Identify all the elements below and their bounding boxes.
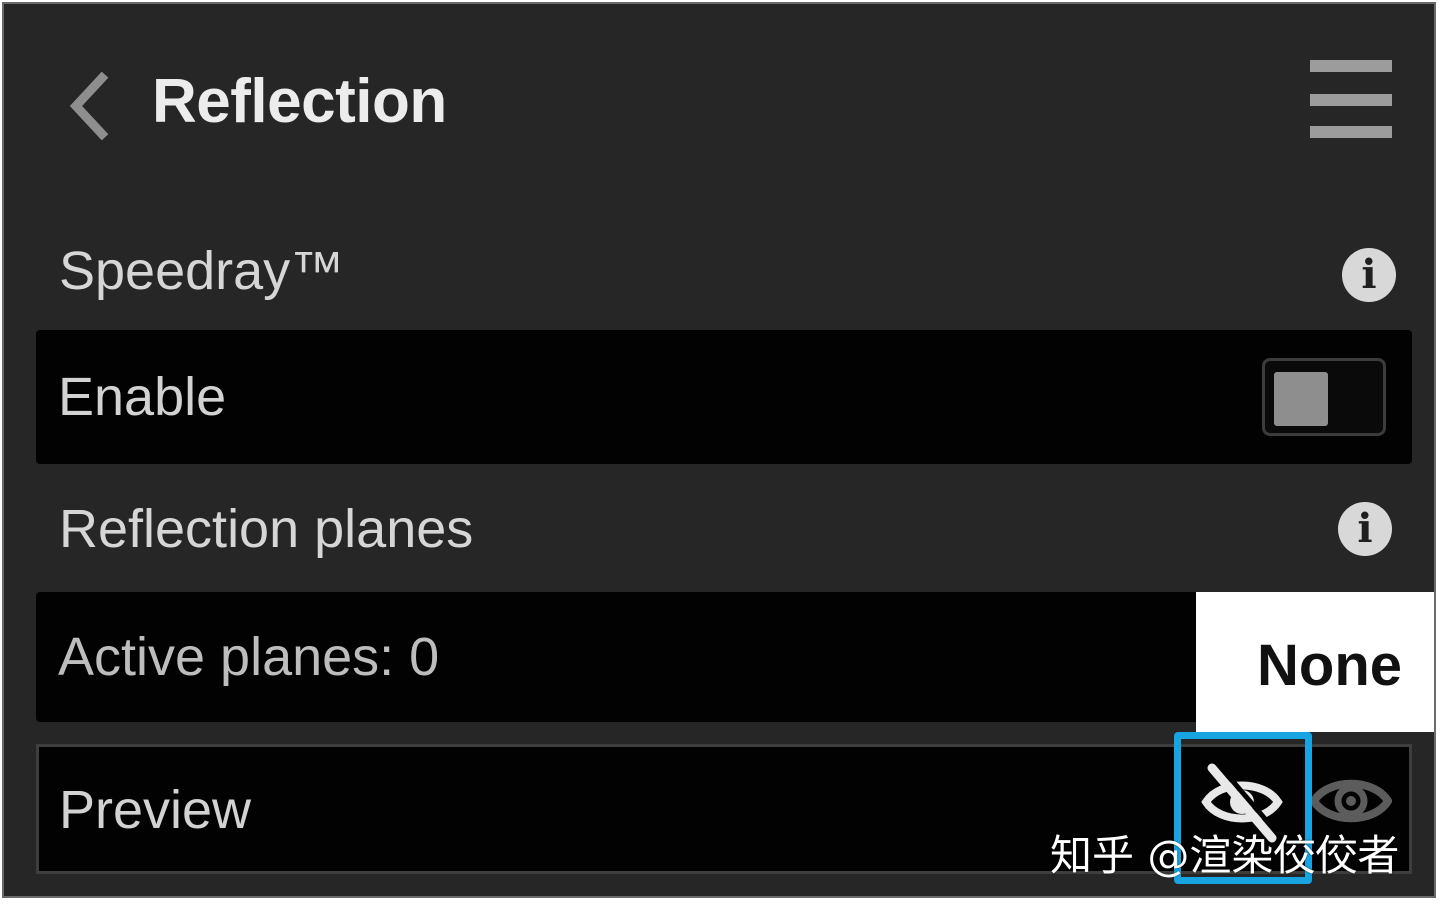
reflection-panel: Reflection Speedray™ i Enable Reflection…	[2, 2, 1436, 898]
toggle-knob	[1274, 372, 1328, 426]
hamburger-menu-icon[interactable]	[1310, 58, 1396, 142]
planes-dropdown[interactable]: None	[1196, 592, 1434, 732]
planes-dropdown-value: None	[1257, 633, 1402, 698]
enable-row: Enable	[36, 330, 1412, 464]
enable-toggle[interactable]	[1262, 358, 1386, 436]
reflection-planes-label: Reflection planes	[59, 499, 474, 559]
enable-label: Enable	[58, 367, 227, 427]
watermark: 知乎 @渲染佼佼者	[1050, 831, 1400, 880]
speedray-section-label: Speedray™	[59, 241, 345, 301]
preview-label: Preview	[59, 780, 252, 840]
chevron-left-icon[interactable]	[64, 70, 114, 141]
reflection-planes-info-icon[interactable]: i	[1338, 502, 1392, 556]
active-planes-label: Active planes: 0	[58, 627, 440, 687]
speedray-info-icon[interactable]: i	[1342, 248, 1396, 302]
page-title: Reflection	[152, 67, 447, 136]
